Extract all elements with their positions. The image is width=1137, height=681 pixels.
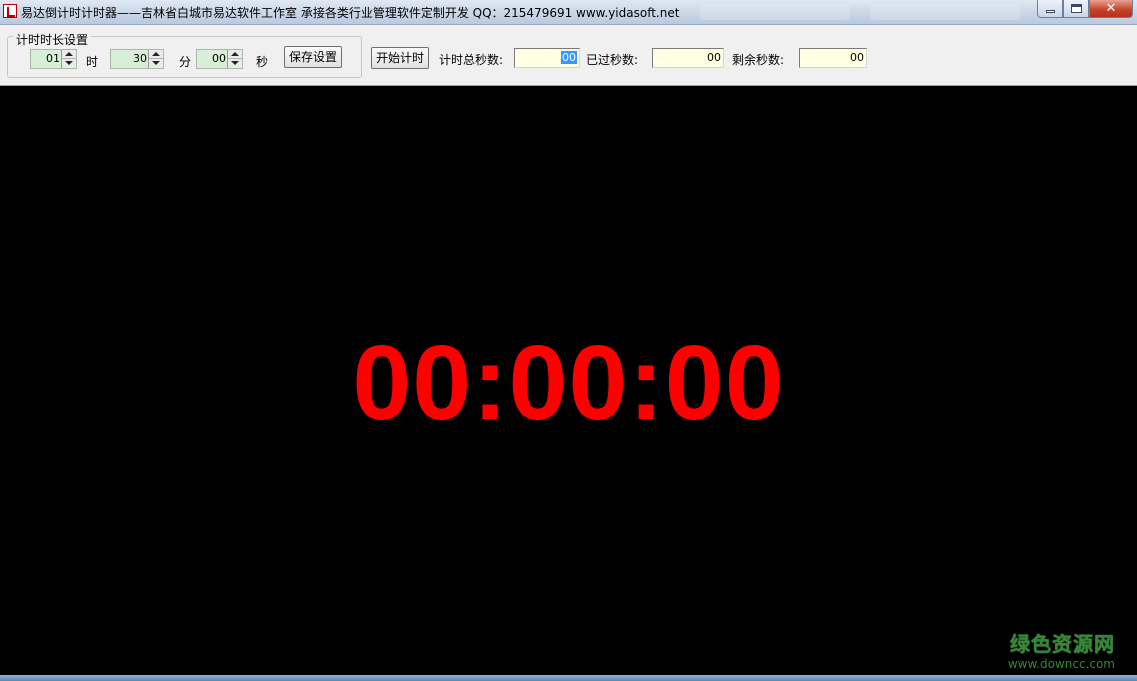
total-seconds-value: 00 xyxy=(561,51,577,64)
hours-unit-label: 时 xyxy=(86,55,99,69)
window-title: 易达倒计时计时器——吉林省白城市易达软件工作室 承接各类行业管理软件定制开发 Q… xyxy=(21,6,680,20)
minimize-button[interactable] xyxy=(1037,0,1063,18)
hours-spinner[interactable]: 01 xyxy=(30,49,77,69)
minutes-unit-label: 分 xyxy=(179,55,192,69)
hours-up-arrow-icon[interactable] xyxy=(62,50,76,59)
control-panel: 计时时长设置 01 时 30 分 00 秒 保存设置 开始计时 计时总秒数: 0… xyxy=(0,25,1137,86)
seconds-value[interactable]: 00 xyxy=(197,50,228,68)
start-timer-button[interactable]: 开始计时 xyxy=(371,47,429,69)
close-icon: ✕ xyxy=(1105,1,1117,16)
ghost-tab xyxy=(870,4,1020,20)
hours-spin-buttons xyxy=(61,50,76,68)
elapsed-seconds-label: 已过秒数: xyxy=(586,53,639,67)
watermark-title: 绿色资源网 xyxy=(1010,632,1115,656)
watermark-url: www.downcc.com xyxy=(1007,657,1115,671)
minimize-icon xyxy=(1046,10,1055,13)
app-icon[interactable] xyxy=(3,4,17,18)
seconds-spin-buttons xyxy=(227,50,242,68)
total-seconds-label: 计时总秒数: xyxy=(439,53,504,67)
watermark: 绿色资源网 www.downcc.com xyxy=(1008,628,1115,671)
elapsed-seconds-field[interactable]: 00 xyxy=(652,48,724,68)
duration-settings-label: 计时时长设置 xyxy=(13,31,92,48)
hours-down-arrow-icon[interactable] xyxy=(62,59,76,68)
remaining-seconds-field[interactable]: 00 xyxy=(799,48,867,68)
minutes-spin-buttons xyxy=(148,50,163,68)
countdown-display: 00:00:00 绿色资源网 www.downcc.com xyxy=(0,86,1137,675)
hours-value[interactable]: 01 xyxy=(31,50,62,68)
maximize-icon xyxy=(1071,4,1082,13)
total-seconds-field[interactable]: 00 xyxy=(514,48,580,68)
seconds-spinner[interactable]: 00 xyxy=(196,49,243,69)
window-controls: ✕ xyxy=(1037,0,1133,19)
close-button[interactable]: ✕ xyxy=(1089,0,1133,18)
minutes-spinner[interactable]: 30 xyxy=(110,49,164,69)
seconds-up-arrow-icon[interactable] xyxy=(228,50,242,59)
ghost-tab xyxy=(700,4,850,20)
title-bar[interactable]: 易达倒计时计时器——吉林省白城市易达软件工作室 承接各类行业管理软件定制开发 Q… xyxy=(0,0,1137,25)
seconds-unit-label: 秒 xyxy=(256,55,269,69)
timer-window: 易达倒计时计时器——吉林省白城市易达软件工作室 承接各类行业管理软件定制开发 Q… xyxy=(0,0,1137,681)
save-settings-button[interactable]: 保存设置 xyxy=(284,46,342,68)
remaining-seconds-label: 剩余秒数: xyxy=(732,53,785,67)
background-taskbar-ghost xyxy=(700,4,1030,20)
taskbar-strip xyxy=(0,675,1137,681)
minutes-up-arrow-icon[interactable] xyxy=(149,50,163,59)
countdown-time: 00:00:00 xyxy=(352,324,785,442)
seconds-down-arrow-icon[interactable] xyxy=(228,59,242,68)
minutes-value[interactable]: 30 xyxy=(111,50,149,68)
maximize-button[interactable] xyxy=(1063,0,1089,18)
minutes-down-arrow-icon[interactable] xyxy=(149,59,163,68)
